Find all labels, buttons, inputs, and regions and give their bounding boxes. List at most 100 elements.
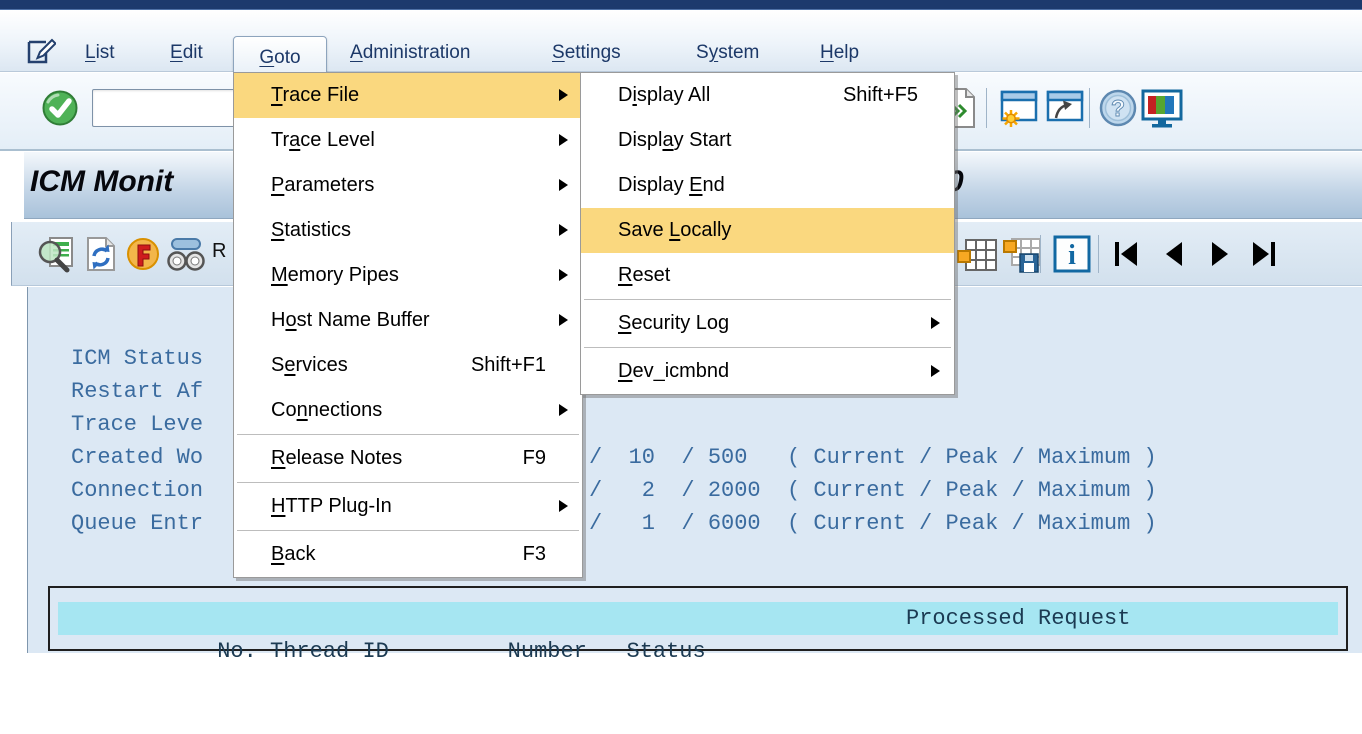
menu-item-label: Display Start xyxy=(618,129,731,151)
menu-item-label: Connections xyxy=(271,399,382,421)
menubar-item-system[interactable]: System xyxy=(696,42,759,64)
svg-text:?: ? xyxy=(1111,95,1125,121)
menu-bar: ListEditGotoAdministrationSettingsSystem… xyxy=(0,10,1362,72)
trace-status-icon[interactable] xyxy=(124,234,162,279)
new-session-icon[interactable] xyxy=(998,89,1040,134)
menu-item-http-plug-in[interactable]: HTTP Plug-In xyxy=(234,484,582,529)
menu-item-label: Trace Level xyxy=(271,129,375,151)
menu-item-reset[interactable]: Reset xyxy=(581,253,954,298)
menu-item-label: Trace File xyxy=(271,84,359,106)
menu-item-shortcut: Shift+F5 xyxy=(843,73,918,118)
submenu-arrow-icon xyxy=(559,269,568,281)
customize-layout-icon[interactable] xyxy=(1140,89,1184,134)
menu-item-statistics[interactable]: Statistics xyxy=(234,208,582,253)
toolbar-separator xyxy=(986,88,987,128)
menubar-item-edit[interactable]: Edit xyxy=(170,42,203,64)
toolbar-separator xyxy=(1089,88,1090,128)
menu-item-services[interactable]: Services Shift+F1 xyxy=(234,343,582,388)
enter-check-icon[interactable] xyxy=(40,88,80,133)
top-status-strip xyxy=(0,0,1362,10)
last-page-nav-icon[interactable] xyxy=(1246,237,1280,276)
save-layout-icon[interactable] xyxy=(1000,235,1042,280)
menubar-item-help[interactable]: Help xyxy=(820,42,859,64)
menu-item-memory-pipes[interactable]: Memory Pipes xyxy=(234,253,582,298)
threads-table-header: No. Thread ID Number Status Processed Re… xyxy=(58,602,1338,635)
menu-item-label: Services xyxy=(271,354,348,376)
menu-item-label: Release Notes xyxy=(271,447,402,469)
menu-item-connections[interactable]: Connections xyxy=(234,388,582,433)
svg-text:i: i xyxy=(1068,240,1076,271)
menu-item-display-start[interactable]: Display Start xyxy=(581,118,954,163)
menu-item-label: Security Log xyxy=(618,312,729,334)
toolbar-separator xyxy=(1040,235,1041,273)
menu-item-security-log[interactable]: Security Log xyxy=(581,301,954,346)
trace-file-submenu-panel: Display All Shift+F5 Display Start Display … xyxy=(580,72,955,395)
menubar-item-settings[interactable]: Settings xyxy=(552,42,621,64)
status-row-label-fragment: Trace Leve xyxy=(71,408,203,441)
menu-item-trace-file[interactable]: Trace File xyxy=(234,73,582,118)
menu-separator xyxy=(237,530,579,531)
menu-item-host-name-buffer[interactable]: Host Name Buffer xyxy=(234,298,582,343)
menu-item-label: Parameters xyxy=(271,174,374,196)
details-icon[interactable] xyxy=(36,234,76,279)
menu-separator xyxy=(584,347,951,348)
threads-table: No. Thread ID Number Status Processed Re… xyxy=(48,586,1348,651)
menu-item-save-locally[interactable]: Save Locally xyxy=(581,208,954,253)
menu-item-shortcut: F3 xyxy=(523,532,546,577)
previous-page-icon[interactable] xyxy=(1158,237,1192,276)
menu-item-dev-icmbnd[interactable]: Dev_icmbnd xyxy=(581,349,954,394)
menu-item-label: Reset xyxy=(618,264,670,286)
menu-item-label: Dev_icmbnd xyxy=(618,360,729,382)
status-row-label-fragment: Connection xyxy=(71,474,203,507)
menu-item-trace-level[interactable]: Trace Level xyxy=(234,118,582,163)
help-icon[interactable]: ? xyxy=(1098,88,1138,133)
menu-item-shortcut: F9 xyxy=(523,436,546,481)
menu-item-display-all[interactable]: Display All Shift+F5 xyxy=(581,73,954,118)
menu-item-label: Back xyxy=(271,543,315,565)
menu-item-back[interactable]: Back F3 xyxy=(234,532,582,577)
next-page-icon[interactable] xyxy=(1202,237,1236,276)
menu-item-label: Display All xyxy=(618,84,710,106)
submenu-arrow-icon xyxy=(559,89,568,101)
info-icon[interactable]: i xyxy=(1052,234,1092,279)
refresh-icon[interactable] xyxy=(80,234,120,279)
status-row-label-fragment: Queue Entr xyxy=(71,507,203,540)
status-row-value-fragment: / 2 / 2000 ( Current / Peak / Maximum ) xyxy=(589,474,1157,507)
submenu-arrow-icon xyxy=(559,500,568,512)
status-row: Connection / 2 / 2000 ( Current / Peak / … xyxy=(28,474,1362,507)
screen-menu-icon[interactable] xyxy=(26,38,56,71)
status-row-value-fragment: / 10 / 500 ( Current / Peak / Maximum ) xyxy=(589,441,1157,474)
submenu-arrow-icon xyxy=(931,317,940,329)
table-header-processed-request: Processed Request xyxy=(906,602,1130,635)
menu-item-parameters[interactable]: Parameters xyxy=(234,163,582,208)
menu-separator xyxy=(584,299,951,300)
table-header-columns: No. Thread ID Number Status xyxy=(217,639,705,664)
submenu-arrow-icon xyxy=(931,365,940,377)
goto-menu-panel: Trace File Trace Level Parameters Statistic… xyxy=(233,72,583,578)
menu-item-label: Display End xyxy=(618,174,725,196)
status-row: Trace Leve xyxy=(28,408,1362,441)
status-row: Queue Entr/ 1 / 6000 ( Current / Peak / … xyxy=(28,507,1362,540)
menu-item-label: Memory Pipes xyxy=(271,264,399,286)
choose-layout-icon[interactable] xyxy=(956,236,998,279)
menu-separator xyxy=(237,482,579,483)
menubar-item-list[interactable]: List xyxy=(85,42,115,64)
submenu-arrow-icon xyxy=(559,179,568,191)
sap-shortcut-icon[interactable] xyxy=(1044,89,1086,134)
menubar-item-administration[interactable]: Administration xyxy=(350,42,470,64)
first-page-icon[interactable] xyxy=(1110,237,1144,276)
menu-item-display-end[interactable]: Display End xyxy=(581,163,954,208)
status-row-label-fragment: Restart Af xyxy=(71,375,203,408)
status-row-label-fragment: Created Wo xyxy=(71,441,203,474)
submenu-arrow-icon xyxy=(559,314,568,326)
menu-item-shortcut: Shift+F1 xyxy=(471,343,546,388)
status-row: Created Wo / 10 / 500 ( Current / Peak / … xyxy=(28,441,1362,474)
status-row-label-fragment: ICM Status xyxy=(71,342,203,375)
submenu-arrow-icon xyxy=(559,404,568,416)
submenu-arrow-icon xyxy=(559,224,568,236)
menu-item-label: Statistics xyxy=(271,219,351,241)
menu-item-release-notes[interactable]: Release Notes F9 xyxy=(234,436,582,481)
submenu-arrow-icon xyxy=(559,134,568,146)
find-icon[interactable] xyxy=(164,235,208,278)
appbar-button-text-fragment[interactable]: R xyxy=(212,240,226,263)
